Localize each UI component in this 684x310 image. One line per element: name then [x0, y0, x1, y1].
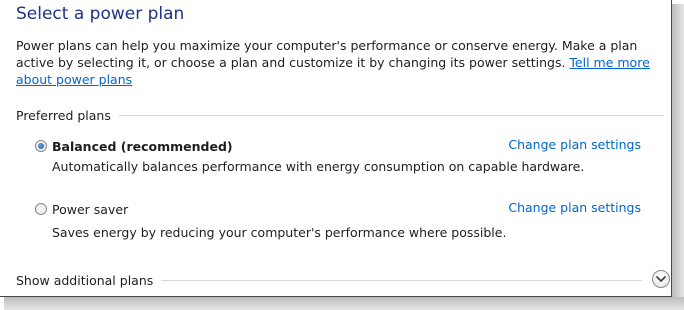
intro-description: Power plans can help you maximize your c… — [16, 38, 638, 70]
plan-option-power-saver[interactable]: Power saver — [35, 200, 128, 218]
change-plan-settings-balanced[interactable]: Change plan settings — [508, 137, 641, 152]
plan-name-balanced[interactable]: Balanced (recommended) — [52, 139, 233, 154]
page-title: Select a power plan — [16, 4, 185, 24]
power-saver-radio[interactable] — [35, 203, 47, 215]
plan-description-power-saver: Saves energy by reducing your computer's… — [52, 225, 507, 240]
window-shadow-bottom — [4, 297, 684, 310]
change-plan-settings-power-saver[interactable]: Change plan settings — [508, 200, 641, 215]
show-additional-plans-label[interactable]: Show additional plans — [16, 273, 153, 288]
intro-text: Power plans can help you maximize your c… — [16, 37, 666, 88]
additional-plans-header[interactable]: Show additional plans — [16, 271, 642, 289]
power-plan-panel: Select a power plan Power plans can help… — [0, 0, 672, 297]
preferred-plans-label: Preferred plans — [16, 107, 111, 123]
section-divider — [118, 114, 664, 116]
balanced-radio[interactable] — [35, 140, 47, 152]
plan-name-power-saver[interactable]: Power saver — [52, 202, 128, 217]
preferred-plans-header: Preferred plans — [16, 106, 664, 124]
chevron-down-icon — [656, 276, 666, 282]
expand-additional-plans-button[interactable] — [652, 270, 670, 288]
plan-option-balanced[interactable]: Balanced (recommended) — [35, 137, 233, 155]
plan-description-balanced: Automatically balances performance with … — [52, 159, 585, 174]
section-divider — [161, 279, 642, 281]
window-shadow-right — [672, 4, 684, 310]
radio-selected-dot — [38, 143, 44, 149]
